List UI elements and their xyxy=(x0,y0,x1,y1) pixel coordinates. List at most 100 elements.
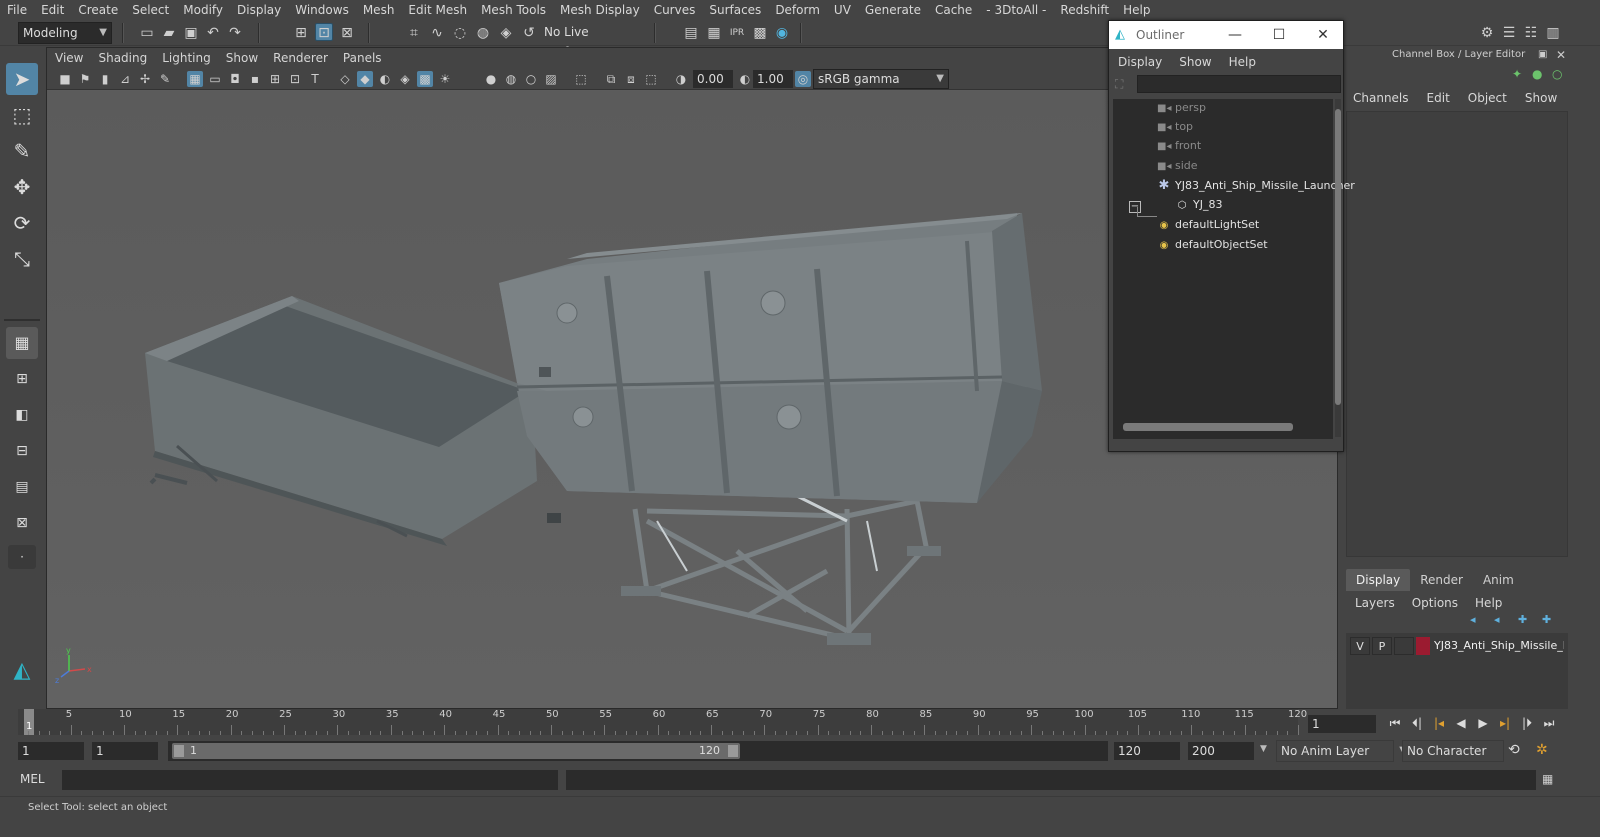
exposure-field[interactable]: 0.00 xyxy=(693,70,733,88)
new-scene-icon[interactable]: ▭ xyxy=(138,24,156,42)
menu-create[interactable]: Create xyxy=(71,0,125,20)
xray-joints-icon[interactable]: ⧈ xyxy=(623,71,639,87)
snap-view-plane-icon[interactable]: ◍ xyxy=(474,24,492,42)
grease-pencil-icon[interactable]: ✎ xyxy=(157,71,173,87)
close-icon[interactable]: ✕ xyxy=(1556,48,1568,62)
snap-live-icon[interactable]: ↺ xyxy=(520,24,538,42)
layer-name[interactable]: YJ83_Anti_Ship_Missile_L xyxy=(1434,637,1564,655)
vp-menu-panels[interactable]: Panels xyxy=(335,51,389,65)
more-layouts-icon[interactable]: · xyxy=(8,545,36,569)
vp-menu-view[interactable]: View xyxy=(47,51,90,65)
two-d-pan-icon[interactable]: ✢ xyxy=(137,71,153,87)
layer-menu-options[interactable]: Options xyxy=(1403,596,1466,610)
camera-attributes-icon[interactable]: ■ xyxy=(57,71,73,87)
persp-hypershade-layout-icon[interactable]: ▤ xyxy=(6,471,38,503)
close-icon[interactable]: ✕ xyxy=(1313,25,1333,45)
vp-menu-show[interactable]: Show xyxy=(218,51,265,65)
image-plane-icon[interactable]: ⊿ xyxy=(117,71,133,87)
grid-icon[interactable]: ▦ xyxy=(187,71,203,87)
cb-menu-edit[interactable]: Edit xyxy=(1418,91,1459,105)
single-perspective-layout-icon[interactable]: ▦ xyxy=(6,327,38,359)
menu-cache[interactable]: Cache xyxy=(928,0,979,20)
wireframe-on-shaded-icon[interactable]: ◈ xyxy=(397,71,413,87)
open-scene-icon[interactable]: ▰ xyxy=(160,24,178,42)
motion-blur-icon[interactable]: ○ xyxy=(523,71,539,87)
menu-surfaces[interactable]: Surfaces xyxy=(702,0,768,20)
render-current-frame-icon[interactable]: ▦ xyxy=(705,24,723,42)
go-to-end-icon[interactable]: ⏭ xyxy=(1540,715,1558,731)
maximize-icon[interactable]: ☐ xyxy=(1269,25,1289,45)
animation-end-field[interactable]: 200 xyxy=(1188,742,1254,760)
ol-menu-display[interactable]: Display xyxy=(1109,55,1170,69)
persp-graph-layout-icon[interactable]: ⊟ xyxy=(6,435,38,467)
layer-menu-help[interactable]: Help xyxy=(1466,596,1510,610)
move-layer-up-icon[interactable]: ◂ xyxy=(1470,613,1484,627)
scroll-thumb[interactable] xyxy=(1123,423,1293,431)
bookmark-icon[interactable]: ▮ xyxy=(97,71,113,87)
menu-display[interactable]: Display xyxy=(230,0,288,20)
command-input[interactable] xyxy=(62,770,558,790)
modeling-toolkit-icon[interactable]: ⚙ xyxy=(1478,24,1496,42)
time-ruler[interactable]: 1 5 10 15 20 25 30 35 40 45 50 55 60 65 70 75 80 85 90 95 1… xyxy=(18,709,1307,735)
undo-icon[interactable]: ↶ xyxy=(204,24,222,42)
playback-end-field[interactable]: 120 xyxy=(1114,742,1180,760)
hypershade-icon[interactable]: ◉ xyxy=(773,24,791,42)
snap-curve-icon[interactable]: ∿ xyxy=(428,24,446,42)
xray-active-components-icon[interactable]: ⬚ xyxy=(643,71,659,87)
outliner-item-default-light-set[interactable]: ◉ defaultLightSet xyxy=(1157,216,1260,234)
redo-icon[interactable]: ↷ xyxy=(226,24,244,42)
speed-icon[interactable]: ● xyxy=(1532,67,1546,81)
channel-box-icon[interactable]: ▥ xyxy=(1544,24,1562,42)
outliner-item-front[interactable]: ■◂ front xyxy=(1157,137,1201,155)
field-chart-icon[interactable]: ⊞ xyxy=(267,71,283,87)
play-backwards-icon[interactable]: ◀ xyxy=(1452,715,1470,731)
shadows-icon[interactable]: ● xyxy=(483,71,499,87)
outliner-hscrollbar[interactable] xyxy=(1117,423,1331,431)
outliner-item-default-object-set[interactable]: ◉ defaultObjectSet xyxy=(1157,236,1268,254)
minimize-icon[interactable]: — xyxy=(1225,25,1245,45)
layer-visibility-toggle[interactable]: V xyxy=(1350,637,1370,655)
ipr-render-icon[interactable]: IPR xyxy=(728,24,746,42)
menu-windows[interactable]: Windows xyxy=(288,0,356,20)
ol-menu-show[interactable]: Show xyxy=(1170,55,1219,69)
chevron-down-icon[interactable]: ▼ xyxy=(1260,744,1267,754)
move-tool-icon[interactable]: ✥ xyxy=(6,171,38,203)
layer-color-swatch[interactable] xyxy=(1416,637,1430,655)
gamma-field[interactable]: 1.00 xyxy=(753,70,793,88)
xray-icon[interactable]: ⧉ xyxy=(603,71,619,87)
outliner-item-side[interactable]: ■◂ side xyxy=(1157,157,1198,175)
ambient-occlusion-icon[interactable]: ◍ xyxy=(503,71,519,87)
gate-mask-icon[interactable]: ▪ xyxy=(247,71,263,87)
isolate-select-icon[interactable]: ⬚ xyxy=(573,71,589,87)
menu-curves[interactable]: Curves xyxy=(647,0,703,20)
vp-menu-shading[interactable]: Shading xyxy=(90,51,154,65)
scale-tool-icon[interactable]: ⤡ xyxy=(6,243,38,275)
current-frame-field[interactable]: 1 xyxy=(1308,715,1376,733)
range-handle[interactable]: 1 120 xyxy=(172,743,740,759)
persp-uv-layout-icon[interactable]: ⊠ xyxy=(6,507,38,539)
view-transform-dropdown[interactable]: sRGB gamma ▼ xyxy=(813,69,949,89)
layer-display-type[interactable] xyxy=(1394,637,1414,655)
vp-menu-lighting[interactable]: Lighting xyxy=(154,51,218,65)
menu-redshift[interactable]: Redshift xyxy=(1053,0,1116,20)
menu-mesh[interactable]: Mesh xyxy=(356,0,402,20)
tab-render[interactable]: Render xyxy=(1410,569,1473,591)
tab-display[interactable]: Display xyxy=(1346,569,1411,591)
wireframe-icon[interactable]: ◇ xyxy=(337,71,353,87)
camera-lock-icon[interactable]: ⚑ xyxy=(77,71,93,87)
film-gate-icon[interactable]: ▭ xyxy=(207,71,223,87)
persp-outliner-layout-icon[interactable]: ◧ xyxy=(6,399,38,431)
anim-preferences-icon[interactable]: ✲ xyxy=(1536,742,1554,760)
filter-icon[interactable]: ⛶ xyxy=(1115,77,1131,93)
snap-grid-icon[interactable]: ⌗ xyxy=(405,24,423,42)
select-component-icon[interactable]: ⊠ xyxy=(338,24,356,42)
attribute-editor-icon[interactable]: ☰ xyxy=(1500,24,1518,42)
vp-menu-renderer[interactable]: Renderer xyxy=(265,51,335,65)
scroll-thumb[interactable] xyxy=(1335,109,1341,405)
tab-anim[interactable]: Anim xyxy=(1473,569,1524,591)
outliner-item-top[interactable]: ■◂ top xyxy=(1157,118,1193,136)
go-to-start-icon[interactable]: ⏮ xyxy=(1386,715,1404,731)
anti-aliasing-icon[interactable]: ▨ xyxy=(543,71,559,87)
step-back-icon[interactable]: ⏴| xyxy=(1408,715,1426,731)
ol-menu-help[interactable]: Help xyxy=(1220,55,1264,69)
